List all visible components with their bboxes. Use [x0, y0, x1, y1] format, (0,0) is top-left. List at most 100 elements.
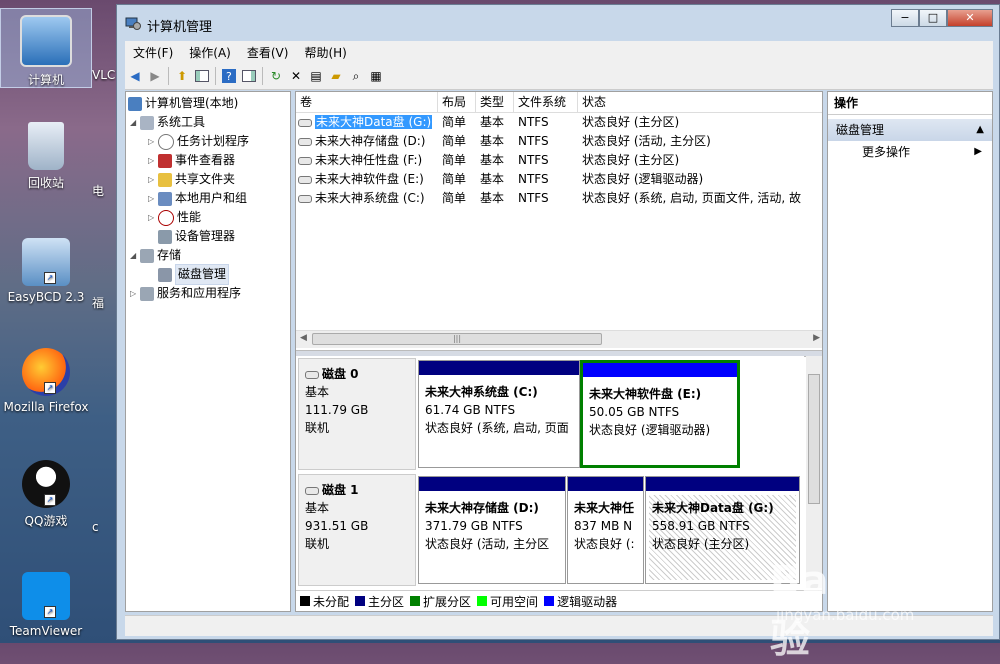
partition-legend: 未分配 主分区 扩展分区 可用空间 逻辑驱动器 — [296, 590, 822, 611]
collapse-arrow-icon[interactable]: ◢ — [130, 113, 140, 132]
storage-icon — [140, 248, 154, 263]
collapse-arrow-icon[interactable]: ◢ — [130, 246, 140, 265]
tree-item-local-users[interactable]: ▷ 本地用户和组 — [148, 189, 247, 208]
partition-c[interactable]: 未来大神系统盘 (C:) 61.74 GB NTFS 状态良好 (系统, 启动,… — [418, 360, 580, 468]
menu-file[interactable]: 文件(F) — [125, 41, 181, 63]
help-icon[interactable]: ? — [220, 67, 238, 85]
scrollbar-thumb[interactable]: ||| — [312, 333, 602, 345]
primary-partition-bar — [568, 477, 643, 491]
show-hide-tree-icon[interactable] — [193, 67, 211, 85]
easybcd-desktop-icon[interactable]: ↗ EasyBCD 2.3 — [0, 238, 92, 304]
volume-row[interactable]: 未来大神任性盘 (F:) 简单 基本 NTFS 状态良好 (主分区) — [296, 151, 822, 170]
disk-management-pane: 卷 布局 类型 文件系统 状态 未来大神Data盘 (G:) 简单 基本 NTF… — [295, 91, 823, 612]
minimize-button[interactable]: − — [891, 9, 919, 27]
teamviewer-desktop-icon[interactable]: ↗ TeamViewer — [0, 572, 92, 638]
partial-desktop-label: c — [92, 520, 99, 534]
maximize-button[interactable]: □ — [919, 9, 947, 27]
computer-icon — [20, 15, 72, 67]
expand-arrow-icon[interactable]: ▷ — [148, 151, 158, 170]
expand-arrow-icon[interactable]: ▷ — [148, 208, 158, 227]
tree-item-task-scheduler[interactable]: ▷ 任务计划程序 — [148, 132, 249, 151]
disk-0: 磁盘 0 基本 111.79 GB 联机 未来大神系统盘 (C:) 61.74 … — [298, 358, 802, 470]
column-header-filesystem[interactable]: 文件系统 — [514, 92, 578, 112]
tree-item-system-tools[interactable]: ◢ 系统工具 — [130, 113, 205, 132]
menu-action[interactable]: 操作(A) — [181, 41, 239, 63]
delete-icon[interactable]: ✕ — [287, 67, 305, 85]
tree-item-shared-folders[interactable]: ▷ 共享文件夹 — [148, 170, 235, 189]
disk-label[interactable]: 磁盘 0 基本 111.79 GB 联机 — [298, 358, 416, 470]
volume-icon — [298, 156, 312, 165]
event-viewer-icon — [158, 153, 172, 168]
title-bar[interactable]: 计算机管理 − □ ✕ — [117, 5, 999, 41]
toolbar-separator — [215, 67, 216, 85]
legend-label: 未分配 — [313, 594, 350, 609]
legend-label: 扩展分区 — [423, 594, 472, 609]
expand-arrow-icon[interactable]: ▷ — [130, 284, 140, 303]
scrollbar-thumb[interactable] — [808, 374, 820, 504]
volume-list-hscrollbar[interactable]: ◀ ||| ▶ — [296, 330, 822, 348]
close-button[interactable]: ✕ — [947, 9, 993, 27]
column-header-layout[interactable]: 布局 — [438, 92, 476, 112]
performance-icon — [158, 209, 174, 226]
tree-item-computer-management[interactable]: 计算机管理(本地) — [128, 94, 238, 113]
expand-arrow-icon[interactable]: ▷ — [148, 170, 158, 189]
tree-item-services-apps[interactable]: ▷ 服务和应用程序 — [130, 284, 241, 303]
qq-game-desktop-icon[interactable]: ↗ QQ游戏 — [0, 460, 92, 529]
tree-item-device-manager[interactable]: 设备管理器 — [158, 227, 235, 246]
legend-label: 逻辑驱动器 — [557, 594, 618, 609]
submenu-arrow-icon: ▶ — [974, 146, 982, 157]
volume-row[interactable]: 未来大神存储盘 (D:) 简单 基本 NTFS 状态良好 (活动, 主分区) — [296, 132, 822, 151]
disk-icon — [305, 370, 319, 379]
recycle-bin-desktop-icon[interactable]: 回收站 — [0, 122, 92, 191]
back-icon[interactable]: ◀ — [126, 67, 144, 85]
partial-desktop-label: 电 — [92, 184, 105, 198]
collapse-up-icon[interactable]: ▲ — [976, 119, 984, 141]
partition-e[interactable]: 未来大神软件盘 (E:) 50.05 GB NTFS 状态良好 (逻辑驱动器) — [580, 360, 740, 468]
tree-item-storage[interactable]: ◢ 存储 — [130, 246, 181, 265]
disk-label[interactable]: 磁盘 1 基本 931.51 GB 联机 — [298, 474, 416, 586]
open-icon[interactable]: ▰ — [327, 67, 345, 85]
more-actions-item[interactable]: 更多操作 ▶ — [828, 141, 992, 163]
services-icon — [140, 286, 154, 301]
scroll-right-icon[interactable]: ▶ — [813, 333, 820, 343]
forward-icon[interactable]: ▶ — [146, 67, 164, 85]
shortcut-arrow-icon: ↗ — [44, 494, 56, 506]
column-header-volume[interactable]: 卷 — [296, 92, 438, 112]
action-pane-icon[interactable] — [240, 67, 258, 85]
computer-desktop-icon[interactable]: 计算机 — [0, 8, 92, 88]
column-header-status[interactable]: 状态 — [578, 92, 822, 112]
svg-text:?: ? — [226, 70, 232, 83]
desktop: 计算机 回收站 ↗ EasyBCD 2.3 ↗ Mozilla Firefox … — [0, 0, 118, 643]
desktop-icon-label: 回收站 — [27, 176, 64, 190]
computer-management-icon — [128, 96, 142, 111]
volume-row[interactable]: 未来大神软件盘 (E:) 简单 基本 NTFS 状态良好 (逻辑驱动器) — [296, 170, 822, 189]
firefox-desktop-icon[interactable]: ↗ Mozilla Firefox — [0, 348, 92, 414]
legend-swatch — [300, 596, 310, 606]
tree-item-disk-management[interactable]: 磁盘管理 — [158, 264, 230, 285]
clock-icon — [158, 133, 174, 150]
tree-item-performance[interactable]: ▷ 性能 — [148, 208, 201, 227]
menu-view[interactable]: 查看(V) — [239, 41, 297, 63]
recycle-bin-icon — [28, 122, 64, 170]
volume-row[interactable]: 未来大神Data盘 (G:) 简单 基本 NTFS 状态良好 (主分区) — [296, 113, 822, 132]
scroll-left-icon[interactable]: ◀ — [300, 333, 307, 343]
export-icon[interactable]: ▦ — [367, 67, 385, 85]
column-header-type[interactable]: 类型 — [476, 92, 514, 112]
partition-d[interactable]: 未来大神存储盘 (D:) 371.79 GB NTFS 状态良好 (活动, 主分… — [418, 476, 566, 584]
expand-arrow-icon[interactable]: ▷ — [148, 189, 158, 208]
users-icon — [158, 191, 172, 206]
properties-icon[interactable]: ▤ — [307, 67, 325, 85]
up-folder-icon[interactable]: ⬆ — [173, 67, 191, 85]
partial-desktop-label: 福 — [92, 296, 105, 310]
menu-help[interactable]: 帮助(H) — [296, 41, 354, 63]
search-icon[interactable]: ⌕ — [347, 67, 365, 85]
tree-item-event-viewer[interactable]: ▷ 事件查看器 — [148, 151, 235, 170]
partition-f[interactable]: 未来大神任 837 MB N 状态良好 (: — [567, 476, 644, 584]
volume-icon — [298, 194, 312, 203]
actions-section-disk-management[interactable]: 磁盘管理 ▲ — [828, 119, 992, 141]
desktop-icon-label: TeamViewer — [9, 624, 83, 638]
refresh-icon[interactable]: ↻ — [267, 67, 285, 85]
easybcd-icon: ↗ — [22, 238, 70, 286]
expand-arrow-icon[interactable]: ▷ — [148, 132, 158, 151]
volume-row[interactable]: 未来大神系统盘 (C:) 简单 基本 NTFS 状态良好 (系统, 启动, 页面… — [296, 189, 822, 208]
